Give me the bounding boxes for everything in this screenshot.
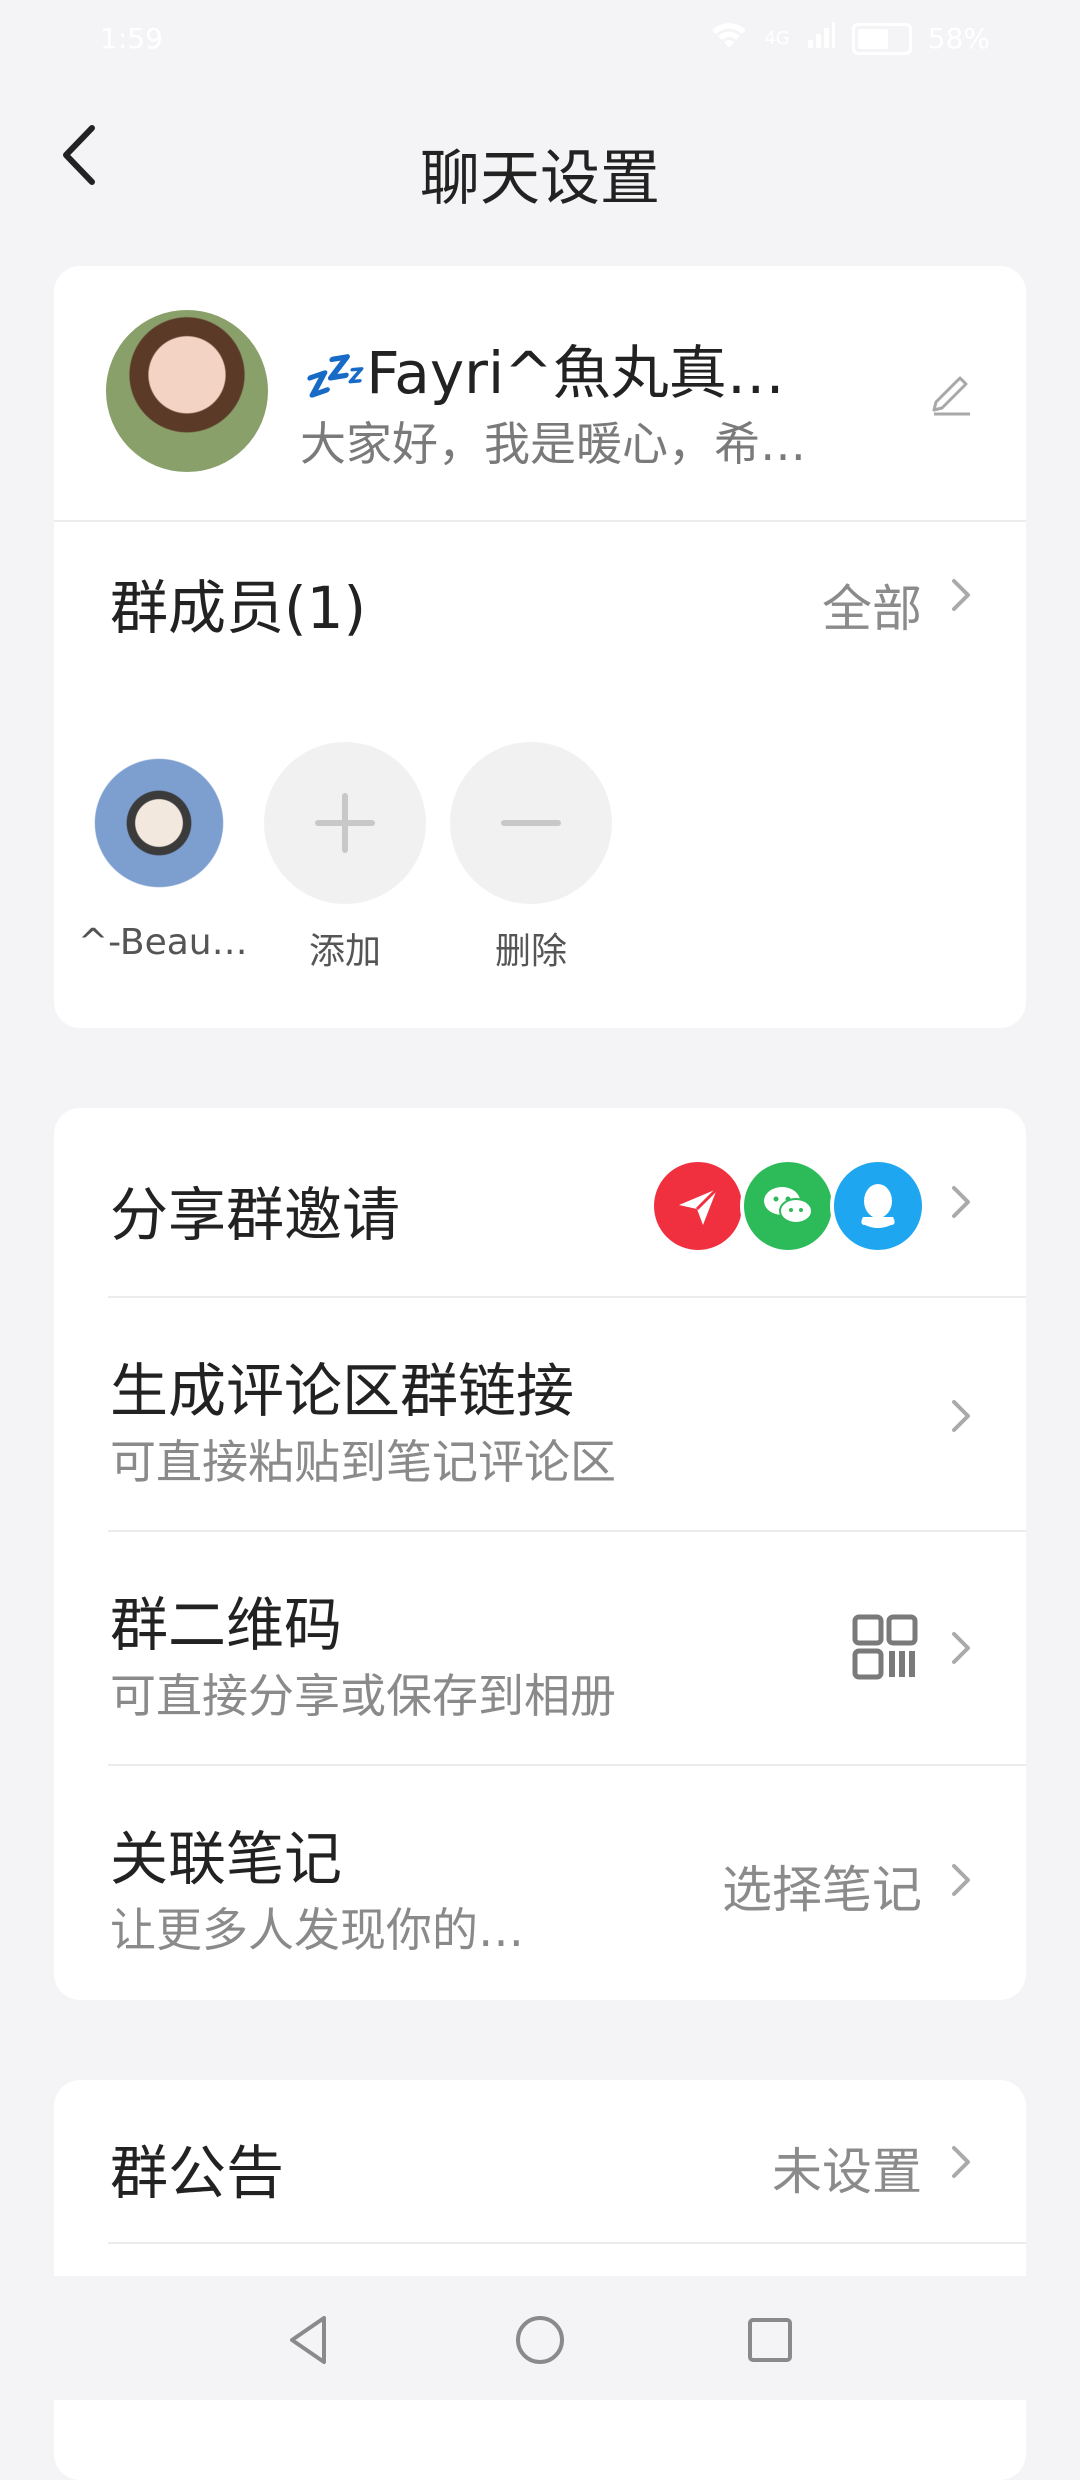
page-title: 聊天设置 (420, 144, 660, 214)
qr-code-subtitle: 可直接分享或保存到相册 (110, 1669, 616, 1723)
group-name-text: Fayri^魚丸真… (366, 339, 785, 407)
network-label: 4G (764, 28, 790, 49)
system-nav-bar (0, 2276, 1080, 2400)
members-header[interactable]: 群成员(1) 全部 (54, 521, 1026, 661)
comment-link-subtitle: 可直接粘贴到笔记评论区 (110, 1435, 616, 1489)
share-invite-title: 分享群邀请 (110, 1181, 401, 1249)
members-title: 群成员(1) (110, 574, 367, 642)
chevron-right-icon (948, 1182, 974, 1222)
chevron-right-icon (948, 2142, 974, 2182)
nav-recents-button[interactable] (740, 2310, 800, 2370)
divider (108, 2242, 1026, 2244)
qr-code-row[interactable]: 群二维码 可直接分享或保存到相册 (54, 1532, 1026, 1766)
add-member-label: 添加 (308, 931, 381, 972)
remove-member-label: 删除 (494, 931, 567, 972)
qr-code-icon (852, 1614, 918, 1680)
group-notice-title: 群公告 (110, 2139, 285, 2207)
edit-button[interactable] (926, 366, 976, 416)
nav-back-button[interactable] (280, 2310, 340, 2370)
add-icon (264, 742, 426, 904)
member-item[interactable]: ^-Beau… (78, 742, 248, 963)
group-description: 大家好，我是暖心，希… (300, 417, 806, 471)
share-invite-row[interactable]: 分享群邀请 (54, 1108, 1026, 1298)
qr-code-title: 群二维码 (110, 1591, 343, 1659)
group-name[interactable]: 💤Fayri^魚丸真… (300, 326, 920, 410)
select-notes-value[interactable]: 选择笔记 (722, 1850, 922, 1922)
wifi-icon (710, 20, 748, 57)
share-icons (650, 1158, 926, 1254)
status-bar: 1:59 4G 58% (0, 0, 1080, 80)
sleep-icon: 💤 (300, 347, 363, 405)
linked-notes-row[interactable]: 关联笔记 让更多人发现你的… 选择笔记 (54, 1766, 1026, 2000)
title-bar: 聊天设置 (0, 90, 1080, 220)
status-time: 1:59 (100, 22, 163, 55)
group-notice-value: 未设置 (772, 2143, 922, 2201)
chevron-right-icon (948, 1860, 974, 1900)
square-recents-icon (748, 2318, 792, 2362)
member-avatar (78, 742, 240, 904)
linked-notes-title: 关联笔记 (110, 1825, 343, 1893)
battery-icon (851, 22, 912, 55)
send-icon (650, 1158, 746, 1254)
status-icons: 4G 58% (710, 20, 990, 57)
minus-icon (450, 742, 612, 904)
battery-percent: 58% (927, 22, 990, 55)
chevron-right-icon (948, 1396, 974, 1436)
member-name: ^-Beau… (78, 922, 248, 963)
circle-home-icon (516, 2316, 564, 2364)
nav-home-button[interactable] (510, 2310, 570, 2370)
wechat-icon (740, 1158, 836, 1254)
add-member-button[interactable]: 添加 (264, 742, 426, 974)
group-avatar[interactable] (106, 310, 268, 472)
qq-icon (830, 1158, 926, 1254)
linked-notes-subtitle: 让更多人发现你的… (110, 1903, 524, 1957)
signal-icon (806, 20, 836, 57)
group-info-card: 💤Fayri^魚丸真… 大家好，我是暖心，希… 群成员(1) 全部 ^-Beau… (54, 266, 1026, 1028)
pencil-icon (932, 376, 970, 416)
group-actions-card: 分享群邀请 生成评论区群链接 可直接粘贴到笔记评论区 群二维码 可直接分享或保存… (54, 1108, 1026, 2000)
remove-member-button[interactable]: 删除 (450, 742, 612, 974)
chevron-right-icon (948, 1628, 974, 1668)
chevron-right-icon (948, 575, 974, 615)
triangle-back-icon (290, 2316, 326, 2364)
comment-link-row[interactable]: 生成评论区群链接 可直接粘贴到笔记评论区 (54, 1298, 1026, 1532)
members-all-link[interactable]: 全部 (822, 569, 922, 641)
group-notice-row[interactable]: 群公告 未设置 (54, 2080, 1026, 2244)
comment-link-title: 生成评论区群链接 (110, 1357, 575, 1425)
